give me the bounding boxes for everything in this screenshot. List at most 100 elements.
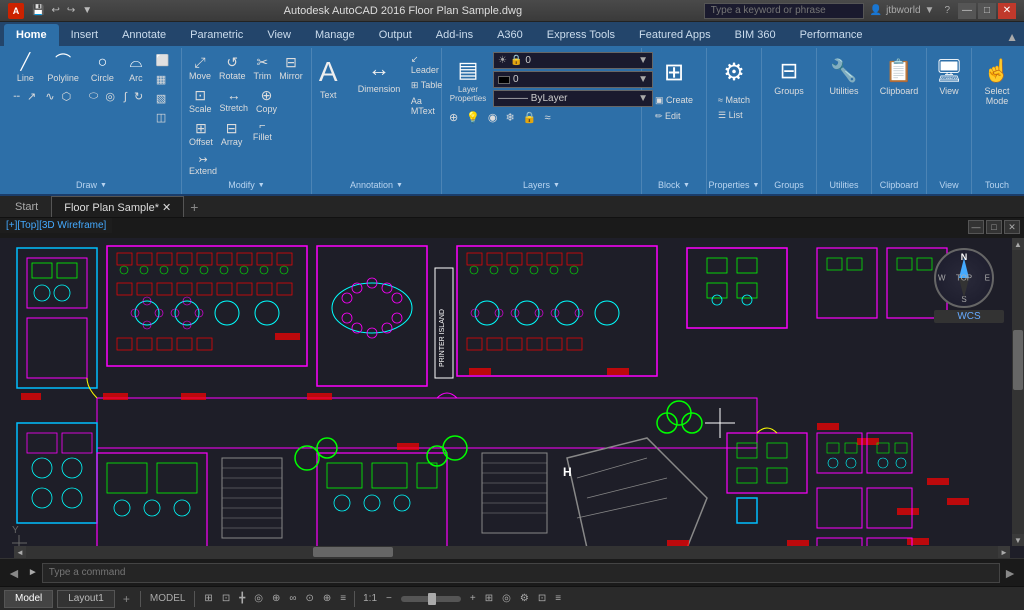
scale-label[interactable]: 1:1 xyxy=(360,592,380,605)
vp-close[interactable]: ✕ xyxy=(1004,220,1020,234)
touch-group-label[interactable]: Touch xyxy=(985,178,1009,192)
properties-group-label[interactable]: Properties ▼ xyxy=(709,178,760,192)
btn-mtext[interactable]: Aa MText xyxy=(408,94,447,118)
wcs-label[interactable]: WCS xyxy=(934,310,1004,323)
btn-table[interactable]: ⊞ Table xyxy=(408,78,447,93)
btn-rect[interactable]: ⬜ xyxy=(153,52,173,69)
compass[interactable]: N S E W TOP WCS xyxy=(934,248,1004,318)
btn-otrack[interactable]: ∞ xyxy=(286,592,299,605)
btn-lw[interactable]: ≡ xyxy=(337,592,349,605)
groups-group-label[interactable]: Groups xyxy=(774,178,804,192)
tab-annotate[interactable]: Annotate xyxy=(110,24,178,46)
btn-leader[interactable]: ↙ Leader xyxy=(408,52,447,77)
btn-layer-match[interactable]: ≈ xyxy=(541,110,553,126)
tab-start[interactable]: Start xyxy=(2,196,51,217)
search-box[interactable] xyxy=(704,3,864,19)
zoom-slider[interactable] xyxy=(401,596,461,602)
annotation-expand[interactable]: ▼ xyxy=(396,182,403,189)
btn-ray[interactable]: ↗ xyxy=(24,88,39,105)
btn-utilities[interactable]: 🔧 Utilities xyxy=(821,54,866,100)
btn-move[interactable]: ⤢Move xyxy=(186,52,214,83)
btn-polar[interactable]: ◎ xyxy=(251,592,266,605)
vp-min[interactable]: — xyxy=(968,220,984,234)
utilities-group-label[interactable]: Utilities xyxy=(829,178,858,192)
btn-groups[interactable]: ⊟ Groups xyxy=(766,54,812,100)
btn-dimension[interactable]: ↔ Dimension xyxy=(352,52,406,98)
btn-fillet[interactable]: ⌐Fillet xyxy=(247,118,277,144)
btn-block-insert[interactable]: ⊞ xyxy=(652,54,696,91)
block-expand[interactable]: ▼ xyxy=(683,182,690,189)
btn-gradient[interactable]: ▧ xyxy=(153,90,173,107)
btn-line[interactable]: ╱ Line xyxy=(10,52,40,86)
tab-home[interactable]: Home xyxy=(4,24,59,46)
btn-view[interactable]: 🖥 View xyxy=(927,54,971,100)
btn-viewport[interactable]: ⊞ xyxy=(482,592,496,605)
btn-xline[interactable]: ╌ xyxy=(10,88,23,105)
layer-dropdown[interactable]: ☀ 🔒 0 ▼ xyxy=(493,52,653,69)
modify-expand[interactable]: ▼ xyxy=(258,182,265,189)
tab-model[interactable]: Model xyxy=(4,590,53,608)
tab-view[interactable]: View xyxy=(255,24,303,46)
tab-layout1[interactable]: Layout1 xyxy=(57,590,115,608)
btn-grid[interactable]: ⊞ xyxy=(201,592,215,605)
linetype-dropdown[interactable]: ——— ByLayer ▼ xyxy=(493,90,653,107)
btn-plus[interactable]: + xyxy=(467,592,479,605)
qa-undo[interactable]: ↩ xyxy=(49,4,61,17)
modify-group-label[interactable]: Modify ▼ xyxy=(228,178,264,192)
btn-polyline[interactable]: ⌒ Polyline xyxy=(42,52,84,86)
cmd-nav-next[interactable]: ► xyxy=(1000,565,1020,581)
tab-output[interactable]: Output xyxy=(367,24,424,46)
btn-trim[interactable]: ✂Trim xyxy=(251,52,275,83)
scroll-right[interactable]: ► xyxy=(998,546,1010,558)
clipboard-group-label[interactable]: Clipboard xyxy=(880,178,919,192)
scroll-thumb-v[interactable] xyxy=(1013,330,1023,390)
compass-circle[interactable]: N S E W TOP xyxy=(934,248,994,308)
layers-expand[interactable]: ▼ xyxy=(553,182,560,189)
tab-featuredapps[interactable]: Featured Apps xyxy=(627,24,723,46)
layers-group-label[interactable]: Layers ▼ xyxy=(523,178,560,192)
btn-layer-properties[interactable]: ▤ LayerProperties xyxy=(446,55,490,105)
btn-3dpoly[interactable]: ∿ xyxy=(42,88,57,105)
scroll-left[interactable]: ◄ xyxy=(14,546,26,558)
tab-bim360[interactable]: BIM 360 xyxy=(723,24,788,46)
view-group-label[interactable]: View xyxy=(939,178,958,192)
vp-max[interactable]: □ xyxy=(986,220,1002,234)
btn-stretch[interactable]: ↔Stretch xyxy=(217,85,252,115)
btn-arc[interactable]: ⌓ Arc xyxy=(121,52,151,86)
btn-spline[interactable]: ∫ xyxy=(121,88,130,105)
btn-properties[interactable]: ⚙ xyxy=(712,54,756,91)
btn-block-edit[interactable]: ✏ Edit xyxy=(652,109,696,124)
btn-snap[interactable]: ⊡ xyxy=(219,592,233,605)
block-group-label[interactable]: Block ▼ xyxy=(658,178,690,192)
btn-osnap[interactable]: ⊕ xyxy=(269,592,283,605)
draw-group-label[interactable]: Draw ▼ xyxy=(76,178,107,192)
floor-plan-canvas[interactable]: PRINTER ISLAND xyxy=(0,238,1024,558)
btn-dyn[interactable]: ⊕ xyxy=(320,592,334,605)
qa-save[interactable]: 💾 xyxy=(30,4,46,17)
btn-minus[interactable]: − xyxy=(383,592,395,605)
btn-annotscale[interactable]: ◎ xyxy=(499,592,514,605)
close-btn[interactable]: ✕ xyxy=(998,3,1016,19)
btn-list-prop[interactable]: ☰ List xyxy=(715,108,753,123)
btn-create-block[interactable]: ▣ Create xyxy=(652,93,696,108)
btn-extend[interactable]: ↣Extend xyxy=(186,151,220,178)
color-dropdown[interactable]: 0 ▼ xyxy=(493,71,653,88)
ribbon-collapse[interactable]: ▲ xyxy=(1000,28,1024,46)
btn-layer-lock[interactable]: 🔒 xyxy=(520,109,540,126)
btn-ducs[interactable]: ⊙ xyxy=(303,592,317,605)
tab-manage[interactable]: Manage xyxy=(303,24,367,46)
draw-expand[interactable]: ▼ xyxy=(100,182,107,189)
btn-donut[interactable]: ◎ xyxy=(102,88,118,105)
tab-parametric[interactable]: Parametric xyxy=(178,24,255,46)
vertical-scrollbar[interactable]: ▲ ▼ xyxy=(1012,238,1024,546)
btn-copy[interactable]: ⊕Copy xyxy=(253,85,280,116)
tab-insert[interactable]: Insert xyxy=(59,24,111,46)
btn-ortho[interactable]: ╋ xyxy=(236,592,248,605)
btn-mirror[interactable]: ⊟Mirror xyxy=(276,52,306,83)
btn-polygon[interactable]: ⬡ xyxy=(59,88,75,105)
tab-performance[interactable]: Performance xyxy=(788,24,875,46)
qa-redo[interactable]: ↪ xyxy=(65,4,77,17)
btn-select-mode[interactable]: ☝ SelectMode xyxy=(975,54,1019,110)
horizontal-scrollbar[interactable]: ◄ ► xyxy=(14,546,1010,558)
btn-make-layer[interactable]: ⊕ xyxy=(446,109,461,126)
